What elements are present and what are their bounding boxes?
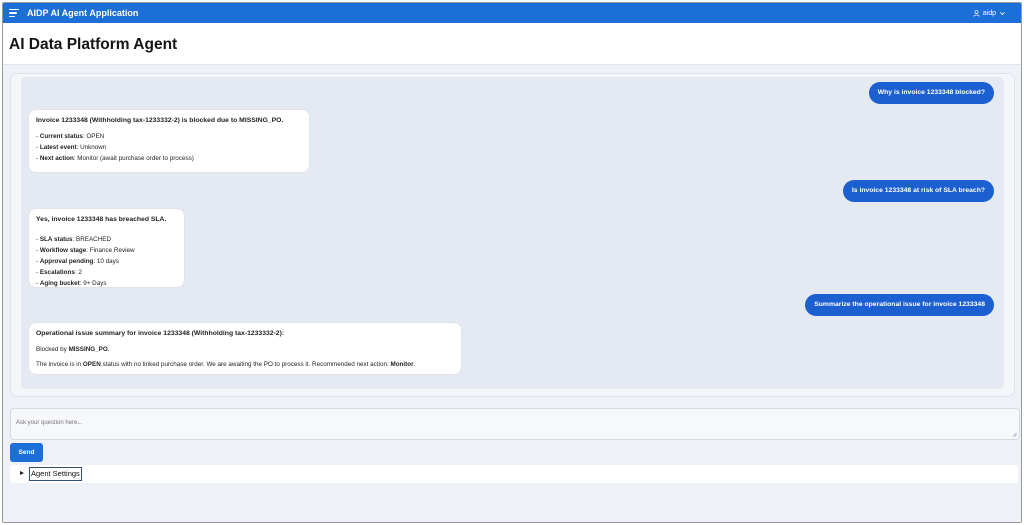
question-input-box	[10, 408, 1020, 440]
agent-message: Operational issue summary for invoice 12…	[29, 323, 461, 374]
app-title: AIDP AI Agent Application	[27, 8, 139, 18]
user-name: aidp	[982, 9, 996, 17]
agent-message-heading: Operational issue summary for invoice 12…	[36, 330, 285, 337]
agent-message-line: - Next action: Monitor (await purchase o…	[36, 155, 194, 162]
agent-message-line: - SLA status: BREACHED	[36, 236, 112, 243]
agent-settings-label[interactable]: Agent Settings	[29, 467, 82, 481]
chevron-down-icon	[1000, 11, 1005, 15]
agent-message-line: The invoice is in OPEN status with no li…	[36, 361, 416, 368]
user-message: Why is invoice 1233348 blocked?	[868, 82, 994, 104]
agent-message-heading: Invoice 1233348 (Withholding tax-1233332…	[36, 117, 284, 124]
agent-settings-section[interactable]: Agent Settings	[10, 465, 1018, 483]
user-message-text: Summarize the operational issue for invo…	[814, 301, 985, 308]
user-message: Summarize the operational issue for invo…	[805, 294, 994, 316]
question-input[interactable]	[11, 409, 1019, 439]
page-header: AI Data Platform Agent	[3, 23, 1021, 65]
agent-message-line: - Escalations: 2	[36, 269, 82, 276]
chat-panel: Why is invoice 1233348 blocked? Invoice …	[10, 73, 1015, 397]
app-window: AIDP AI Agent Application aidp AI Data P…	[2, 2, 1022, 523]
agent-message-line: - Workflow stage: Finance Review	[36, 247, 135, 254]
menu-icon[interactable]	[9, 9, 19, 17]
user-message-text: Why is invoice 1233348 blocked?	[877, 89, 985, 96]
agent-message-heading: Yes, invoice 1233348 has breached SLA.	[36, 216, 167, 223]
agent-message-line: - Current status: OPEN	[36, 133, 105, 140]
page-title: AI Data Platform Agent	[9, 36, 178, 53]
user-message-text: Is invoice 1233348 at risk of SLA breach…	[851, 187, 985, 194]
agent-message-line: Blocked by MISSING_PO.	[36, 346, 110, 353]
top-bar: AIDP AI Agent Application aidp	[3, 3, 1021, 23]
user-message: Is invoice 1233348 at risk of SLA breach…	[842, 180, 994, 202]
agent-message-line: - Approval pending: 10 days	[36, 258, 119, 265]
resize-handle-icon[interactable]	[1012, 432, 1017, 437]
send-button[interactable]: Send	[10, 443, 43, 462]
agent-message-line: - Latest event: Unknown	[36, 144, 107, 151]
caret-right-icon[interactable]	[20, 471, 24, 475]
agent-message-line: - Aging bucket: 9+ Days	[36, 280, 107, 287]
agent-message: Invoice 1233348 (Withholding tax-1233332…	[29, 110, 309, 172]
chat-history[interactable]: Why is invoice 1233348 blocked? Invoice …	[21, 77, 1004, 389]
user-menu[interactable]: aidp	[973, 3, 1009, 23]
agent-message: Yes, invoice 1233348 has breached SLA. -…	[29, 209, 184, 287]
user-icon	[973, 9, 980, 17]
